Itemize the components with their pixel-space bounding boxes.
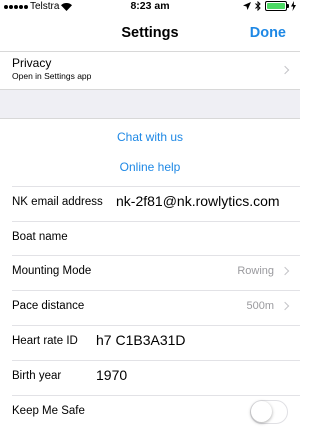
heart-rate-row[interactable]: Heart rate ID h7 C1B3A31D [0,325,300,359]
row-divider [12,186,300,187]
status-right [243,1,296,11]
chevron-right-icon [280,65,290,75]
birth-year-label: Birth year [12,370,62,382]
pace-distance-label: Pace distance [12,300,85,312]
email-row[interactable]: NK email address nk-2f81@nk.rowlytics.co… [0,186,300,220]
row-divider [12,395,300,396]
heart-rate-label: Heart rate ID [12,335,78,347]
chat-with-us-link[interactable]: Chat with us [0,120,300,154]
birth-year-row[interactable]: Birth year 1970 [0,360,300,394]
chevron-right-icon [280,266,290,276]
toggle-knob [251,401,272,422]
navigation-bar: Settings Done [0,14,300,52]
privacy-title: Privacy [12,56,52,70]
charging-icon [291,1,296,11]
row-divider [12,360,300,361]
row-divider [12,221,300,222]
privacy-row[interactable]: Privacy Open in Settings app [0,53,300,89]
bluetooth-icon [255,1,261,11]
chevron-right-icon [280,301,290,311]
status-bar: Telstra 8:23 am [0,0,300,14]
pace-distance-row[interactable]: Pace distance 500m [0,290,300,324]
heart-rate-value: h7 C1B3A31D [96,332,186,348]
birth-year-value[interactable]: 1970 [96,367,127,383]
row-divider [12,290,300,291]
keep-me-safe-label: Keep Me Safe [12,405,85,417]
mounting-mode-label: Mounting Mode [12,265,92,277]
location-icon [243,2,251,10]
boat-name-row[interactable]: Boat name [0,221,300,255]
row-divider [12,325,300,326]
row-divider [12,255,300,256]
mounting-mode-row[interactable]: Mounting Mode Rowing [0,255,300,289]
email-value: nk-2f81@nk.rowlytics.com [116,193,280,209]
battery-icon [265,1,289,11]
email-label: NK email address [12,196,103,208]
keep-me-safe-row: Keep Me Safe [0,395,300,429]
keep-me-safe-toggle[interactable] [250,400,288,424]
privacy-subtitle: Open in Settings app [12,71,92,81]
section-separator [0,89,300,119]
done-button[interactable]: Done [250,25,286,41]
boat-name-label: Boat name [12,231,68,243]
online-help-link[interactable]: Online help [0,150,300,184]
pace-distance-value: 500m [246,300,274,312]
mounting-mode-value: Rowing [237,265,274,277]
